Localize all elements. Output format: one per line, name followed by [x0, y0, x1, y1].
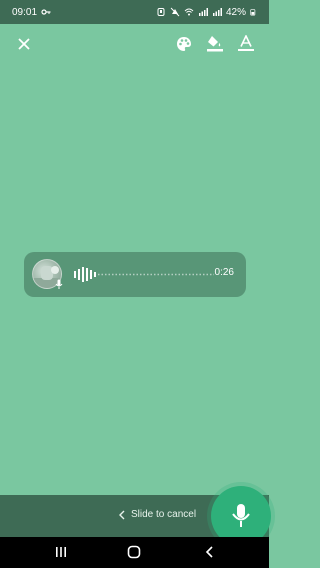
key-icon [41, 9, 51, 15]
microphone-icon [232, 504, 250, 527]
voice-duration: 0:26 [214, 267, 234, 278]
status-time: 09:01 [12, 6, 38, 18]
mic-icon [55, 279, 63, 289]
notifications-off-icon [170, 7, 180, 17]
close-button[interactable] [12, 32, 36, 56]
status-bar: 09:01 42% [0, 0, 269, 24]
home-icon[interactable] [127, 545, 141, 559]
chevron-left-icon [119, 510, 125, 519]
slide-to-cancel-label: Slide to cancel [131, 509, 197, 520]
back-icon[interactable] [203, 545, 217, 559]
text-format-icon [238, 35, 254, 51]
waveform [74, 267, 214, 282]
status-left: 09:01 [12, 7, 51, 18]
recent-apps-icon[interactable] [54, 545, 68, 559]
status-right: 42% [156, 7, 257, 18]
alarm-icon [157, 8, 165, 16]
toolbar [0, 26, 269, 62]
fill-color-button[interactable] [203, 32, 227, 56]
voice-message-preview[interactable]: 0:26 [24, 252, 246, 297]
signal-icon [212, 8, 222, 16]
text-format-button[interactable] [234, 32, 258, 56]
wifi-icon [184, 8, 194, 16]
battery-icon [250, 9, 256, 16]
close-icon [18, 38, 30, 50]
battery-percent: 42% [225, 6, 246, 18]
signal-icon [198, 8, 208, 16]
system-nav-bar [0, 537, 269, 568]
palette-icon [177, 37, 191, 51]
fill-color-icon [207, 36, 223, 52]
slide-to-cancel[interactable]: Slide to cancel [118, 509, 196, 520]
palette-button[interactable] [172, 32, 196, 56]
